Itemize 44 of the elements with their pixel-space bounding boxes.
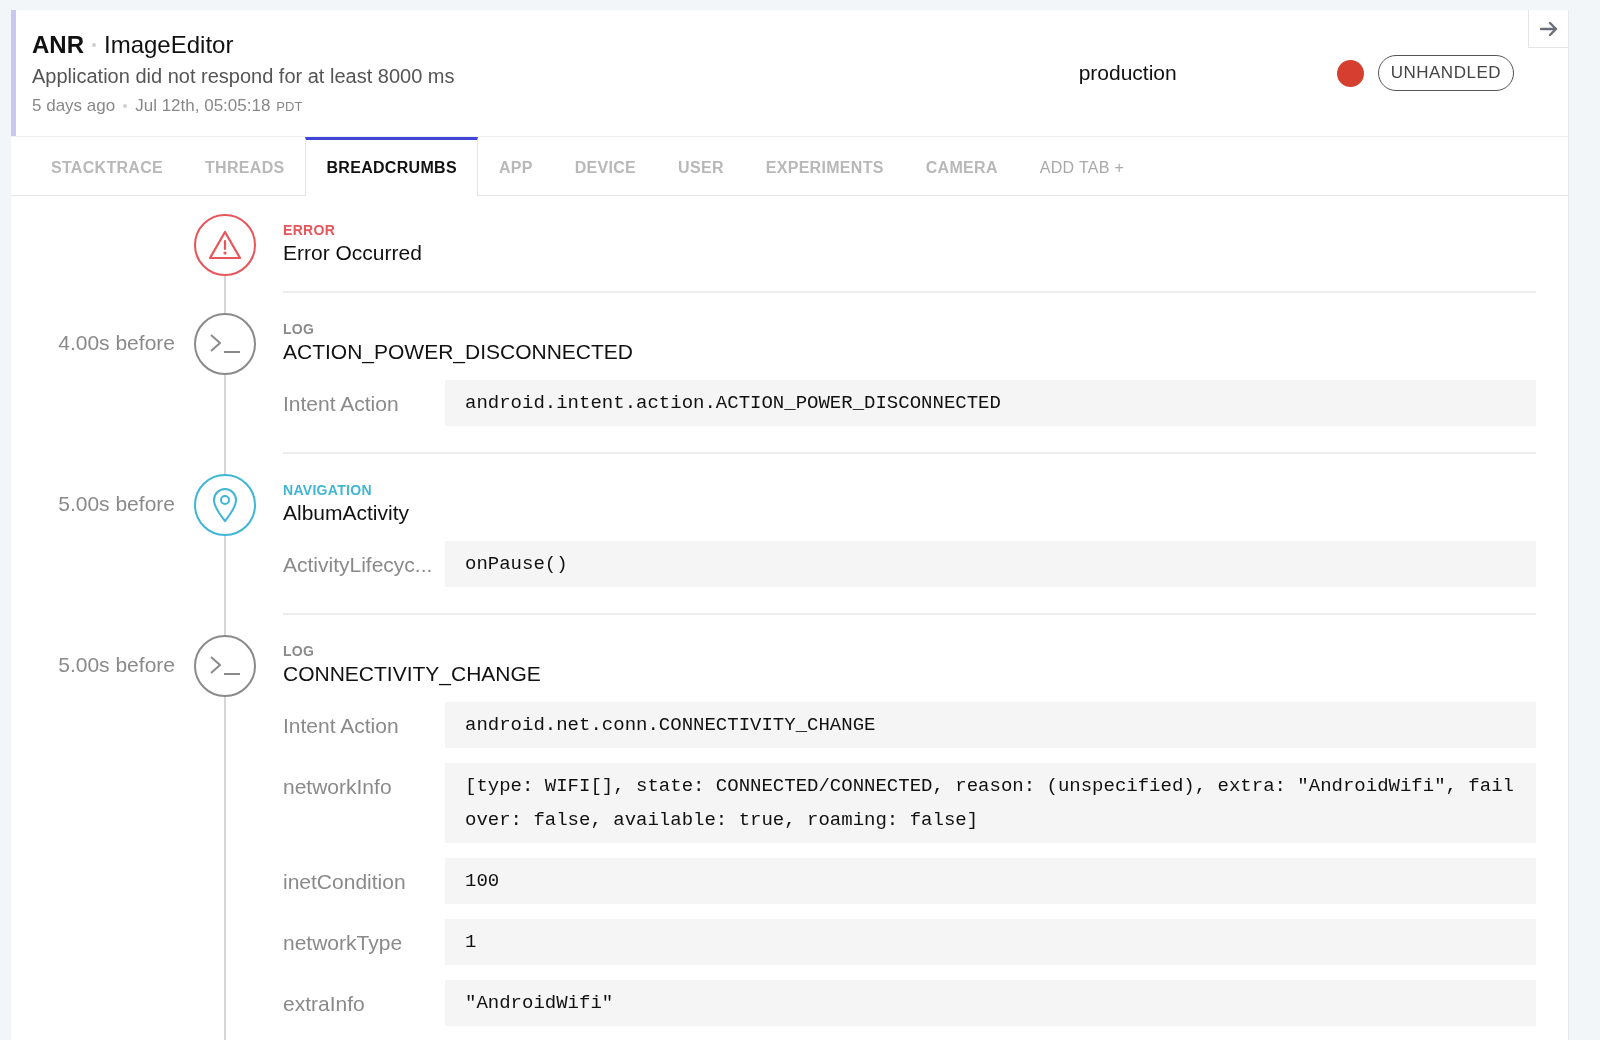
app-name: ImageEditor [104, 30, 234, 59]
field-label: Intent Action [283, 391, 400, 416]
breadcrumb-title: AlbumActivity [283, 501, 411, 525]
tab[interactable]: CAMERA [904, 137, 1019, 196]
relative-time: 5 days ago [32, 95, 116, 116]
breadcrumb-category: LOG [283, 643, 316, 659]
event-type: ANR [32, 30, 84, 59]
tab[interactable]: STACKTRACE [30, 137, 185, 196]
field-label: inetCondition [283, 869, 407, 894]
severity-dot [1336, 59, 1364, 87]
field-label: networkType [283, 930, 404, 955]
field-label: ActivityLifecyc... [283, 552, 434, 577]
field-value: [type: WIFI[], state: CONNECTED/CONNECTED, reason: (unspecified), extra: "AndroidWifi", failover: false, available: true, roaming: false] [445, 763, 1536, 843]
tab[interactable]: THREADS [184, 137, 306, 196]
tab[interactable]: DEVICE [553, 137, 658, 196]
field-label: networkInfo [283, 774, 393, 799]
error-message: Application did not respond for at least 8000 ms [32, 64, 455, 88]
breadcrumb-category: NAVIGATION [283, 482, 373, 498]
tab[interactable]: EXPERIMENTS [744, 137, 905, 196]
field-value: onPause() [445, 541, 1536, 587]
field-value: "AndroidWifi" [445, 980, 1536, 1026]
breadcrumb-title: ACTION_POWER_DISCONNECTED [283, 340, 635, 364]
field-label: Intent Action [283, 713, 400, 738]
environment-label: production [1078, 61, 1177, 85]
arrow-right-icon [1539, 20, 1558, 37]
next-button[interactable] [1528, 10, 1568, 48]
timestamp: Jul 12th, 05:05:18 [135, 95, 271, 116]
relative-time: 5.00s before [58, 492, 175, 515]
field-value: 100 [445, 858, 1536, 904]
field-label: extraInfo [283, 991, 366, 1016]
relative-time: 5.00s before [58, 653, 175, 676]
breadcrumb-title: CONNECTIVITY_CHANGE [283, 662, 542, 686]
tab[interactable]: USER [657, 137, 745, 196]
timezone: PDT [276, 98, 303, 114]
add-tab-button[interactable]: ADD TAB + [1018, 137, 1146, 196]
breadcrumb-category: ERROR [283, 222, 337, 238]
breadcrumb-category: LOG [283, 321, 316, 337]
field-value: 1 [445, 919, 1536, 965]
tab[interactable]: BREADCRUMBS [305, 137, 478, 196]
tab[interactable]: APP [477, 137, 554, 196]
relative-time: 4.00s before [58, 331, 175, 354]
field-value: android.intent.action.ACTION_POWER_DISCONNECTED [445, 380, 1536, 426]
field-value: android.net.conn.CONNECTIVITY_CHANGE [445, 702, 1536, 748]
breadcrumb-title: Error Occurred [283, 241, 423, 265]
